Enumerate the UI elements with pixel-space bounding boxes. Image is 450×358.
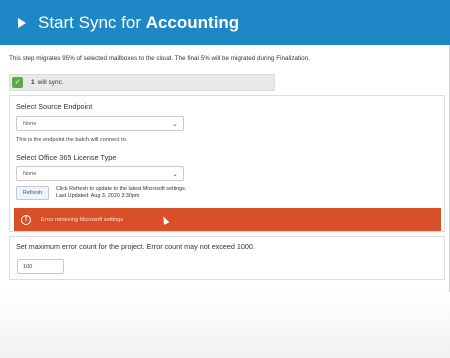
error-count-input[interactable]: [17, 259, 64, 274]
mouse-cursor-icon: [160, 215, 170, 225]
play-icon: [18, 17, 26, 28]
error-banner: ! Error retrieving Microsoft settings: [14, 208, 441, 231]
sync-count: 1: [31, 79, 35, 86]
dialog-header: Start Sync for Accounting: [0, 0, 450, 45]
license-type-value: None: [23, 170, 37, 177]
error-message: Error retrieving Microsoft settings: [41, 216, 124, 223]
chevron-down-icon: ⌄: [172, 121, 178, 128]
refresh-button[interactable]: Refresh: [16, 186, 49, 200]
dialog-footer-area: [0, 292, 450, 358]
sync-summary: 1 will sync.: [31, 79, 64, 86]
license-type-label: Select Office 365 License Type: [16, 153, 117, 162]
refresh-last-updated: Last Updated: Aug 3, 2020 3:30pm: [56, 193, 140, 199]
sync-text: will sync.: [37, 79, 64, 86]
settings-panel: Select Source Endpoint None ⌄ This is th…: [9, 95, 445, 232]
chevron-down-icon: ⌄: [172, 171, 178, 178]
source-endpoint-label: Select Source Endpoint: [16, 102, 93, 111]
license-type-select[interactable]: None ⌄: [16, 166, 184, 181]
source-endpoint-value: None: [23, 120, 37, 127]
refresh-info-line1: Click Refresh to update to the latest Mi…: [56, 186, 187, 192]
alert-icon: !: [21, 214, 31, 225]
source-endpoint-select[interactable]: None ⌄: [16, 116, 184, 131]
dialog-title: Start Sync for Accounting: [38, 13, 239, 33]
error-count-section: Set maximum error count for the project.…: [9, 236, 445, 280]
title-prefix: Start Sync for: [38, 12, 146, 32]
check-icon: ✓: [12, 77, 23, 88]
sync-count-row: ✓ 1 will sync.: [9, 74, 275, 91]
title-project-name: Accounting: [145, 12, 240, 32]
intro-text: This step migrates 95% of selected mailb…: [9, 55, 310, 62]
source-endpoint-hint: This is the endpoint the batch will conn…: [16, 137, 128, 143]
refresh-info: Click Refresh to update to the latest Mi…: [56, 186, 186, 200]
start-sync-dialog: Start Sync for Accounting This step migr…: [0, 0, 450, 358]
error-count-label: Set maximum error count for the project.…: [16, 242, 255, 251]
